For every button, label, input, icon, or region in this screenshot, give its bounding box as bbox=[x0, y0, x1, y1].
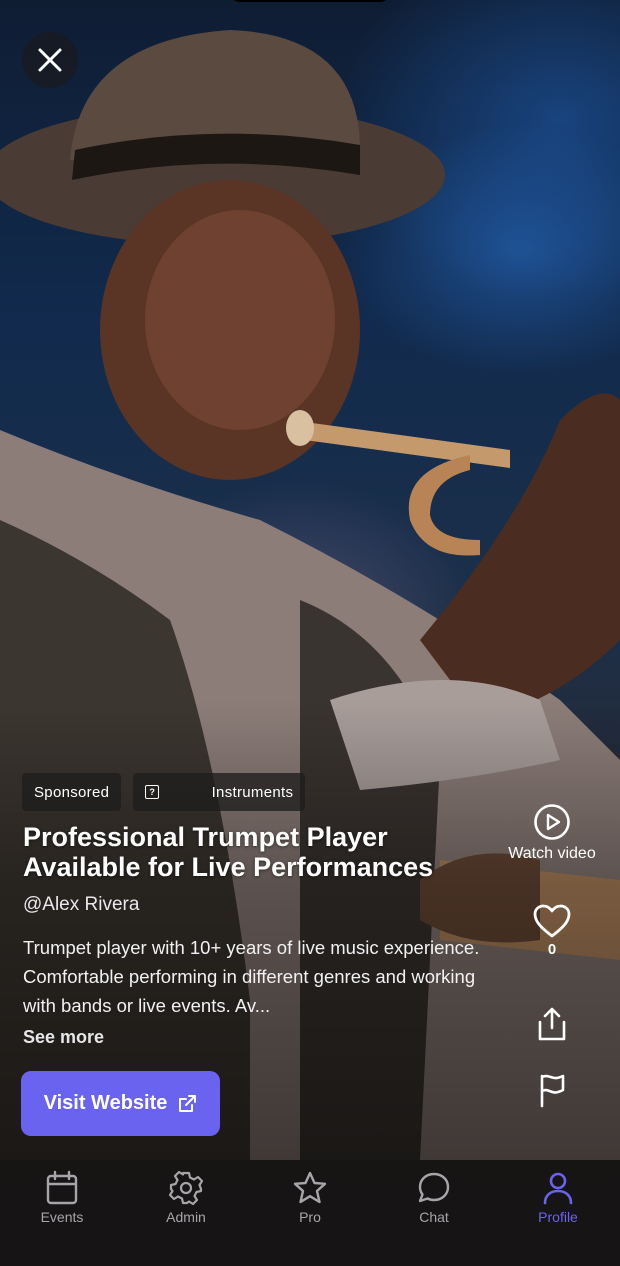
close-icon bbox=[38, 48, 62, 72]
nav-item-events[interactable]: Events bbox=[0, 1160, 124, 1266]
nav-item-admin[interactable]: Admin bbox=[124, 1160, 248, 1266]
visit-website-button[interactable]: Visit Website bbox=[21, 1071, 220, 1136]
device-notch bbox=[230, 0, 390, 2]
see-more-link[interactable]: See more bbox=[23, 1027, 104, 1048]
bottom-navigation: Events Admin Pro Chat Profile bbox=[0, 1160, 620, 1266]
person-icon bbox=[543, 1172, 573, 1205]
category-label: Instruments bbox=[211, 783, 294, 801]
nav-item-chat[interactable]: Chat bbox=[372, 1160, 496, 1266]
nav-item-profile[interactable]: Profile bbox=[496, 1160, 620, 1266]
author-handle[interactable]: @Alex Rivera bbox=[23, 894, 139, 916]
share-icon bbox=[538, 1007, 566, 1041]
visit-website-label: Visit Website bbox=[43, 1092, 168, 1114]
nav-label-admin: Admin bbox=[166, 1209, 206, 1225]
nav-label-profile: Profile bbox=[538, 1209, 578, 1225]
question-icon: ? bbox=[145, 785, 160, 799]
gear-icon bbox=[168, 1170, 204, 1206]
star-icon bbox=[293, 1171, 327, 1204]
like-count: 0 bbox=[547, 941, 557, 958]
heart-icon bbox=[533, 904, 571, 938]
like-button[interactable]: 0 bbox=[528, 903, 576, 958]
watch-video-label: Watch video bbox=[508, 845, 596, 862]
tag-row: Sponsored ? Instruments bbox=[22, 773, 306, 811]
flag-icon bbox=[540, 1074, 565, 1108]
close-button[interactable] bbox=[22, 32, 78, 88]
sponsored-label: Sponsored bbox=[34, 783, 110, 801]
external-link-icon bbox=[179, 1094, 197, 1112]
nav-label-pro: Pro bbox=[299, 1209, 321, 1225]
share-button[interactable] bbox=[530, 1006, 574, 1042]
play-circle-icon bbox=[534, 804, 570, 840]
category-tag[interactable]: ? Instruments bbox=[133, 773, 306, 811]
watch-video-button[interactable]: Watch video bbox=[496, 803, 608, 863]
calendar-icon bbox=[46, 1170, 78, 1205]
nav-label-chat: Chat bbox=[419, 1209, 449, 1225]
chat-bubble-icon bbox=[418, 1172, 450, 1203]
report-button[interactable] bbox=[530, 1072, 574, 1108]
post-description: Trumpet player with 10+ years of live mu… bbox=[23, 937, 480, 1016]
nav-label-events: Events bbox=[40, 1209, 84, 1225]
post-title: Professional Trumpet Player Available fo… bbox=[23, 822, 434, 882]
sponsored-badge: Sponsored bbox=[22, 773, 122, 811]
app-screen: Sponsored ? Instruments Professional Tru… bbox=[0, 0, 620, 1266]
nav-item-pro[interactable]: Pro bbox=[248, 1160, 372, 1266]
